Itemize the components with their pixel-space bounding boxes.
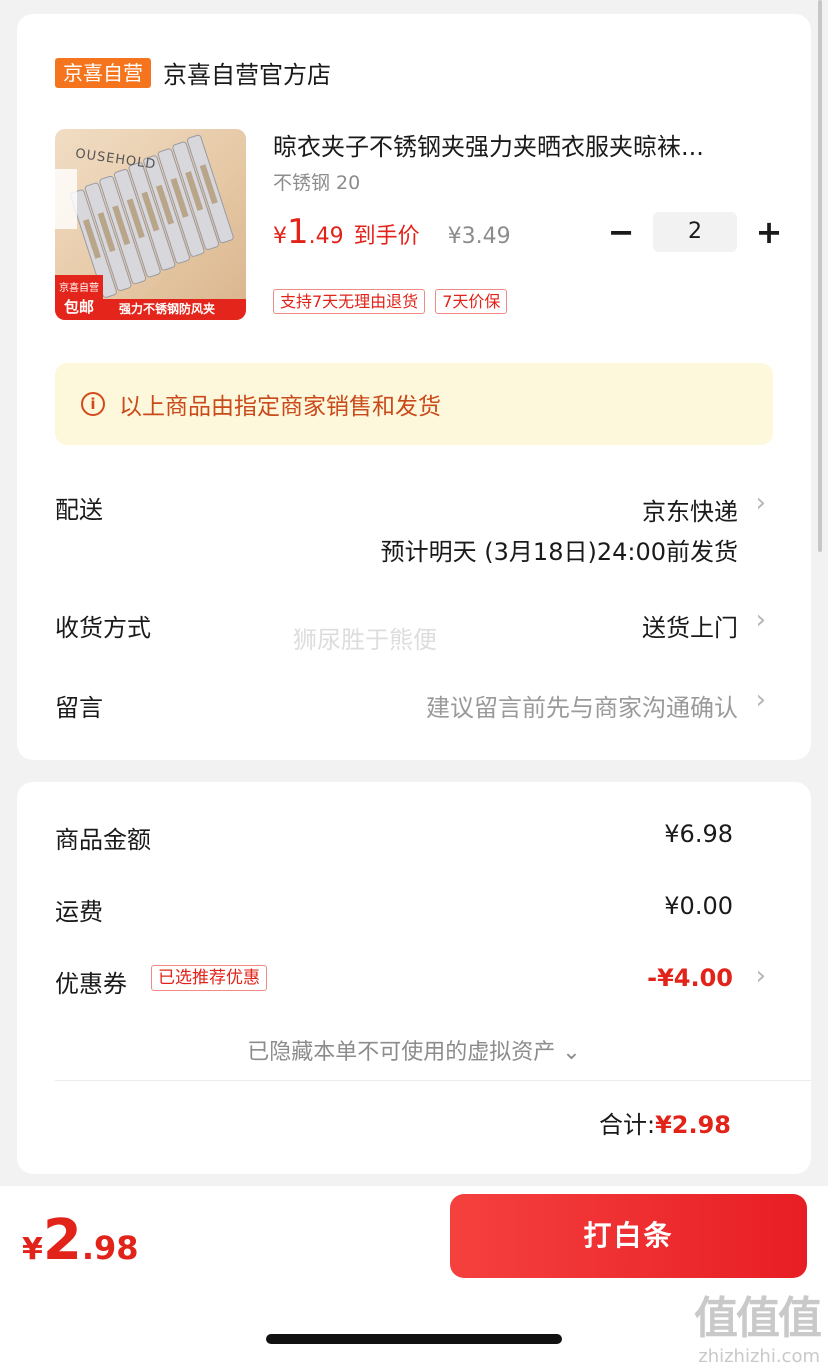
delivery-method[interactable]: 京东快递 xyxy=(642,492,738,527)
payable-amount: ¥ 2 .98 xyxy=(22,1208,139,1273)
payable-decimal: .98 xyxy=(81,1229,139,1267)
goods-amount-label: 商品金额 xyxy=(55,826,151,854)
price-decimal: .49 xyxy=(308,224,344,249)
scrollbar[interactable] xyxy=(818,0,822,552)
final-price-label: 到手价 xyxy=(353,224,420,249)
shipping-fee-value: ¥0.00 xyxy=(664,892,733,920)
shipping-fee-label: 运费 xyxy=(55,898,103,926)
quantity-stepper: − 2 + xyxy=(603,212,787,252)
home-indicator[interactable] xyxy=(266,1334,562,1344)
watermark: 狮尿胜于熊便 xyxy=(293,626,437,654)
notice-text: 以上商品由指定商家销售和发货 xyxy=(119,394,441,420)
coupon-chevron-icon[interactable]: › xyxy=(756,961,766,991)
store-badge: 京喜自营 xyxy=(55,57,151,88)
coupon-recommend-tag: 已选推荐优惠 xyxy=(151,965,267,991)
product-price: ¥ 1 .49 到手价 ¥3.49 xyxy=(273,212,511,252)
goods-amount-value: ¥6.98 xyxy=(664,820,733,848)
store-name[interactable]: 京喜自营官方店 xyxy=(163,55,331,90)
total-value: ¥2.98 xyxy=(655,1111,731,1139)
site-watermark-logo: 值值值 zhizhizhi.com xyxy=(694,1282,822,1364)
pay-baitiao-button[interactable]: 打白条 xyxy=(450,1194,807,1278)
plus-button[interactable]: + xyxy=(751,212,787,252)
message-chevron-icon[interactable]: › xyxy=(756,685,766,715)
message-label: 留言 xyxy=(55,694,103,722)
product-image[interactable]: OUSEHOLD 京喜自营 包邮 强力不锈钢防风夹 xyxy=(55,129,246,320)
store-header[interactable]: 京喜自营 京喜自营官方店 xyxy=(55,55,331,90)
message-input[interactable]: 建议留言前先与商家沟通确认 xyxy=(426,688,738,723)
coupon-label: 优惠券 xyxy=(55,970,127,998)
delivery-estimate: 预计明天 (3月18日)24:00前发货 xyxy=(380,538,738,566)
free-shipping-tag: 京喜自营 包邮 xyxy=(55,275,103,320)
image-caption: 强力不锈钢防风夹 xyxy=(103,299,246,320)
coupon-value[interactable]: -¥4.00 xyxy=(647,964,733,992)
delivery-chevron-icon[interactable]: › xyxy=(756,488,766,518)
receive-method-value[interactable]: 送货上门 xyxy=(642,608,738,643)
quantity-input[interactable]: 2 xyxy=(653,212,737,252)
image-tag-small: 京喜自营 xyxy=(59,283,99,294)
receive-method-label: 收货方式 xyxy=(55,614,151,642)
hidden-assets-toggle[interactable]: 已隐藏本单不可使用的虚拟资产 ⌄ xyxy=(17,1034,811,1066)
price-protect-tag: 7天价保 xyxy=(435,289,508,314)
total-label: 合计: xyxy=(598,1111,656,1139)
minus-button[interactable]: − xyxy=(603,212,639,252)
price-symbol: ¥ xyxy=(273,224,287,249)
site-logo-text: 值值值 xyxy=(694,1293,822,1344)
seller-notice: i 以上商品由指定商家销售和发货 xyxy=(55,363,773,445)
delivery-label: 配送 xyxy=(55,496,103,524)
product-title[interactable]: 晾衣夹子不锈钢夹强力夹晒衣服夹晾袜... xyxy=(273,127,773,162)
product-spec[interactable]: 不锈钢 20 xyxy=(273,168,360,195)
site-logo-url: zhizhizhi.com xyxy=(698,1346,820,1364)
price-integer: 1 xyxy=(287,212,309,252)
payable-symbol: ¥ xyxy=(22,1232,43,1267)
total-row: 合计:¥2.98 xyxy=(599,1105,731,1140)
return-policy-tag: 支持7天无理由退货 xyxy=(273,289,426,314)
service-tags: 支持7天无理由退货 7天价保 xyxy=(273,289,517,314)
payable-integer: 2 xyxy=(42,1208,82,1273)
receive-chevron-icon[interactable]: › xyxy=(756,605,766,635)
divider xyxy=(55,1080,811,1081)
price-summary-card: 商品金额 ¥6.98 运费 ¥0.00 优惠券 已选推荐优惠 -¥4.00 › … xyxy=(17,782,811,1174)
info-icon: i xyxy=(81,392,105,416)
original-price: ¥3.49 xyxy=(447,224,511,249)
image-tag-main: 包邮 xyxy=(63,298,94,316)
